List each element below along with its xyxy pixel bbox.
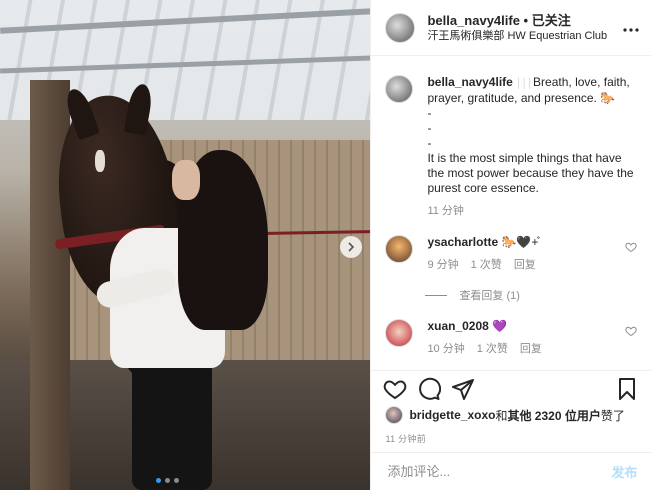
add-comment-bar: 发布 — [371, 452, 651, 490]
carousel-dot[interactable] — [174, 478, 179, 483]
like-heart-icon[interactable] — [383, 377, 407, 401]
separator-dot: • — [519, 12, 532, 28]
post-timestamp[interactable]: 11 分钟前 — [385, 432, 426, 445]
liker-username[interactable]: bridgette_xoxo — [409, 408, 495, 422]
horse-blaze — [95, 150, 105, 172]
caption-separator: │││ — [516, 78, 534, 88]
caption-username[interactable]: bella_navy4life — [427, 75, 512, 89]
woman-jeans — [132, 360, 212, 490]
caption-body: bella_navy4life │││Breath, love, faith, … — [427, 75, 637, 219]
share-send-icon[interactable] — [451, 377, 475, 401]
caption-text: It is the most simple things that have t… — [427, 151, 634, 195]
comment-item: ysacharlotte 🐎🖤+̊ 9 分钟 1 次赞 回复 — [371, 235, 651, 273]
liker-avatar[interactable] — [385, 406, 404, 424]
post-comment-button[interactable]: 发布 — [611, 462, 637, 481]
likes-suffix: 赞了 — [600, 408, 625, 423]
commenter-avatar[interactable] — [385, 319, 414, 347]
author-info: bella_navy4life • 已关注 汗王馬術俱樂部 HW Equestr… — [427, 12, 623, 43]
follow-status-button[interactable]: 已关注 — [532, 13, 571, 28]
action-bar — [371, 370, 651, 406]
carousel-next-button[interactable] — [340, 236, 362, 258]
woman-face — [172, 160, 200, 200]
comment-body: xuan_0208 💜 10 分钟 1 次赞 回复 — [427, 319, 625, 357]
likes-and: 和 — [495, 408, 508, 423]
comments-list[interactable]: bella_navy4life │││Breath, love, faith, … — [371, 57, 651, 369]
comment-reply-button[interactable]: 回复 — [514, 258, 536, 273]
comment-text: 🐎🖤+̊ — [501, 235, 539, 249]
comment-time[interactable]: 9 分钟 — [427, 258, 458, 273]
more-horizontal-icon — [623, 27, 639, 32]
comment-item: xuan_0208 💜 10 分钟 1 次赞 回复 — [371, 319, 651, 357]
commenter-avatar[interactable] — [385, 235, 414, 263]
author-avatar[interactable] — [385, 12, 416, 43]
chevron-right-icon — [348, 242, 355, 252]
comment-meta: 9 分钟 1 次赞 回复 — [427, 258, 625, 273]
likes-others-link[interactable]: 其他 2320 位用户 — [507, 407, 600, 424]
more-options-button[interactable] — [623, 19, 639, 37]
carousel-dots — [156, 478, 179, 483]
comment-meta: 10 分钟 1 次赞 回复 — [427, 342, 625, 357]
carousel-dot[interactable] — [156, 478, 161, 483]
author-username[interactable]: bella_navy4life — [427, 13, 520, 28]
carousel-dot[interactable] — [165, 478, 170, 483]
comment-username[interactable]: ysacharlotte — [427, 235, 498, 249]
post-photo[interactable] — [0, 0, 371, 490]
caption-dash: - — [427, 121, 432, 135]
comment-text: 💜 — [492, 319, 508, 333]
bookmark-icon[interactable] — [615, 377, 639, 401]
caption: bella_navy4life │││Breath, love, faith, … — [371, 75, 651, 219]
comment-likes[interactable]: 1 次赞 — [477, 342, 508, 357]
comment-time[interactable]: 10 分钟 — [427, 342, 464, 357]
comment-input[interactable] — [385, 463, 612, 480]
post-header: bella_navy4life • 已关注 汗王馬術俱樂部 HW Equestr… — [371, 0, 651, 56]
caption-meta: 11 分钟 — [427, 204, 637, 219]
heart-icon[interactable] — [625, 325, 638, 337]
heart-icon[interactable] — [625, 241, 638, 253]
comment-bubble-icon[interactable] — [417, 377, 442, 401]
location-link[interactable]: 汗王馬術俱樂部 HW Equestrian Club — [427, 30, 623, 43]
comment-reply-button[interactable]: 回复 — [520, 342, 542, 357]
caption-dash: - — [427, 106, 432, 120]
instagram-post: bella_navy4life • 已关注 汗王馬術俱樂部 HW Equestr… — [0, 0, 651, 490]
comment-body: ysacharlotte 🐎🖤+̊ 9 分钟 1 次赞 回复 — [427, 235, 625, 273]
comment-username[interactable]: xuan_0208 — [427, 319, 488, 333]
replies-line — [425, 294, 448, 296]
post-sidebar: bella_navy4life • 已关注 汗王馬術俱樂部 HW Equestr… — [370, 0, 651, 490]
caption-dash: - — [427, 136, 432, 150]
caption-time[interactable]: 11 分钟 — [427, 204, 463, 219]
view-replies-button[interactable]: 查看回复 (1) — [425, 287, 651, 303]
view-replies-label: 查看回复 (1) — [459, 290, 520, 302]
likes-summary: bridgette_xoxo 和 其他 2320 位用户 赞了 — [385, 406, 625, 424]
comment-likes[interactable]: 1 次赞 — [471, 258, 502, 273]
author-avatar[interactable] — [385, 75, 414, 103]
